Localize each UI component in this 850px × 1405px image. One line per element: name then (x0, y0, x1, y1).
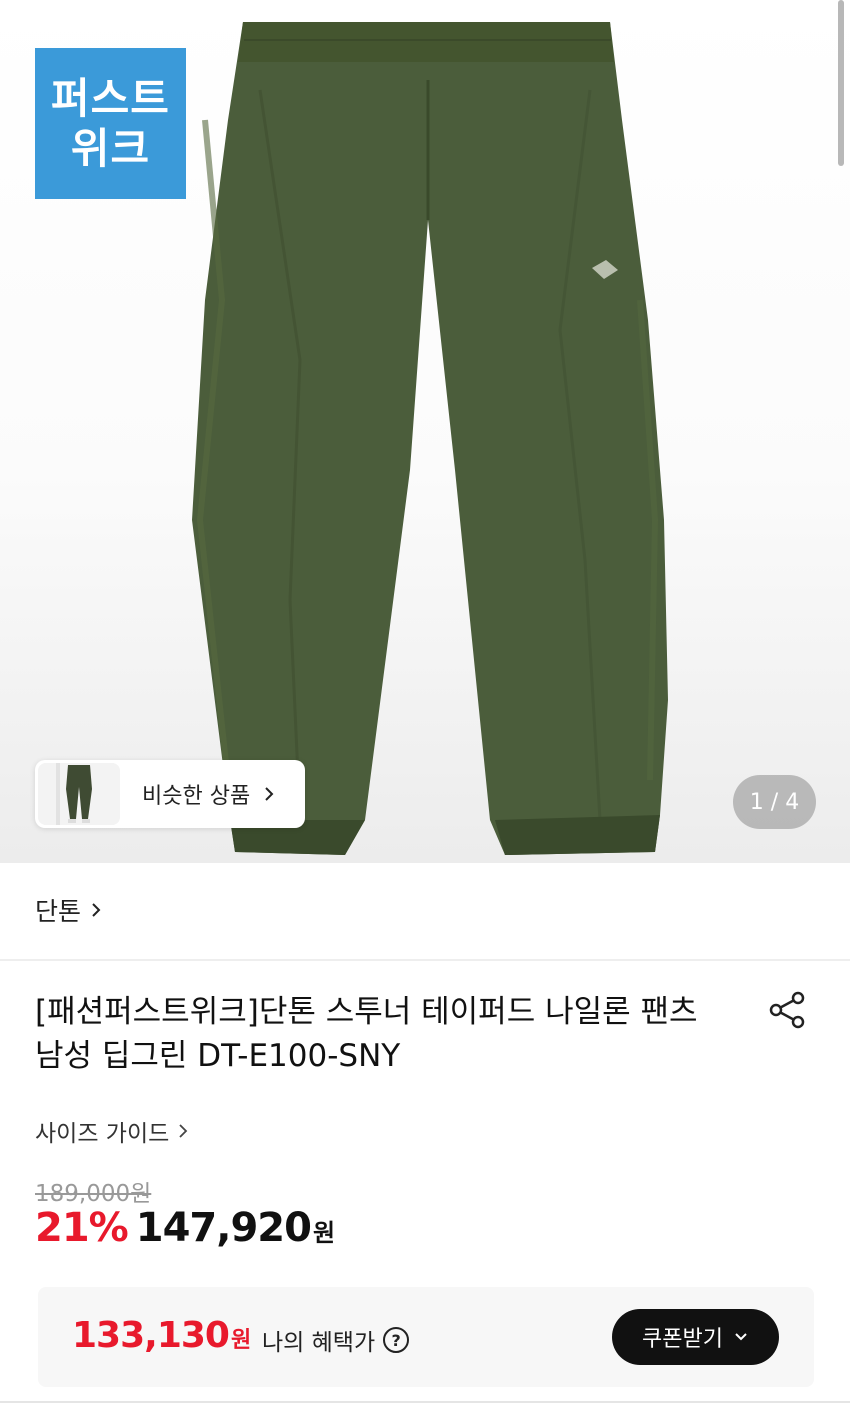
price-row: 21% 147,920 원 (35, 1205, 335, 1251)
coupon-button-label: 쿠폰받기 (642, 1327, 723, 1352)
benefit-price-unit: 원 (230, 1328, 252, 1353)
original-price: 189,000원 (35, 1181, 152, 1207)
first-week-badge: 퍼스트 위크 (35, 48, 186, 199)
get-coupon-button[interactable]: 쿠폰받기 (612, 1309, 779, 1365)
brand-link[interactable]: 단톤 (35, 892, 103, 928)
image-counter: 1 / 4 (733, 775, 816, 829)
benefit-price-value: 133,130 (72, 1315, 230, 1356)
chevron-right-icon (92, 903, 101, 917)
help-icon[interactable]: ? (383, 1327, 410, 1353)
product-title: [패션퍼스트위크]단톤 스투너 테이퍼드 나일론 팬츠 남성 딥그린 DT-E1… (35, 994, 698, 1074)
scrollbar[interactable] (838, 0, 844, 166)
divider (0, 959, 850, 961)
brand-name: 단톤 (35, 897, 82, 926)
similar-products-button[interactable]: 비슷한 상품 (35, 760, 305, 828)
chevron-down-icon (735, 1333, 747, 1341)
size-guide-label: 사이즈 가이드 (35, 1121, 170, 1147)
size-guide-link[interactable]: 사이즈 가이드 (35, 1114, 189, 1148)
benefit-price-box: 133,130 원 나의 혜택가 ? 쿠폰받기 (38, 1287, 814, 1387)
benefit-label-row: 나의 혜택가 ? (262, 1323, 410, 1357)
sale-price: 147,920 (135, 1205, 312, 1251)
benefit-label: 나의 혜택가 (262, 1330, 376, 1356)
share-icon[interactable] (768, 990, 808, 1030)
discount-rate: 21% (35, 1205, 129, 1251)
price-unit: 원 (312, 1219, 336, 1247)
badge-line-2: 위크 (70, 123, 151, 173)
product-gallery[interactable]: 퍼스트 위크 비슷한 상품 1 / 4 (0, 0, 850, 863)
benefit-price: 133,130 원 (72, 1315, 251, 1356)
badge-line-1: 퍼스트 (51, 73, 170, 123)
similar-products-label: 비슷한 상품 (142, 784, 251, 809)
divider (0, 1401, 850, 1403)
chevron-right-icon (179, 1124, 188, 1138)
similar-product-thumbnail (38, 763, 120, 825)
chevron-right-icon (265, 787, 274, 801)
